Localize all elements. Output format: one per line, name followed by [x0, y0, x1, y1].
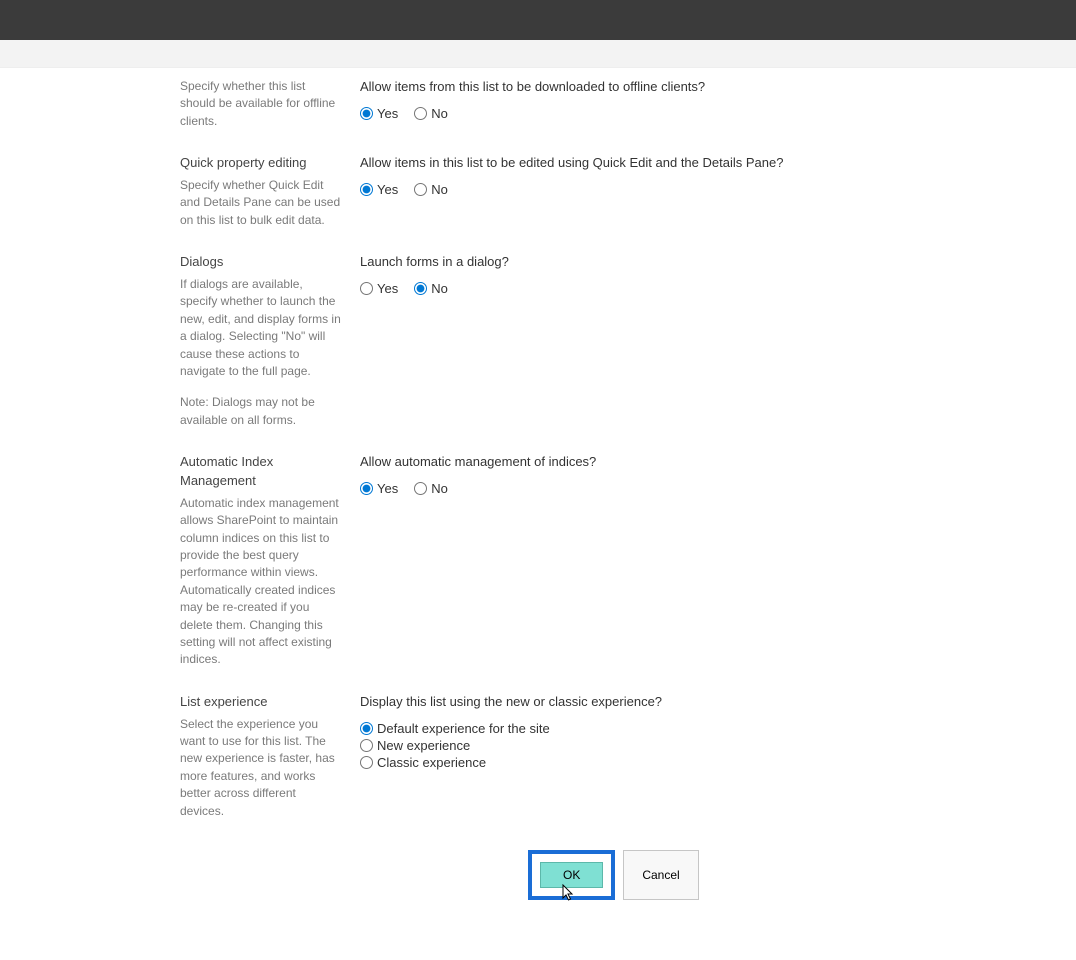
quick-edit-yes-option[interactable]: Yes [360, 182, 398, 197]
offline-yes-label: Yes [377, 106, 398, 121]
auto-index-heading: Automatic Index Management [180, 453, 342, 491]
list-exp-classic-radio[interactable] [360, 756, 373, 769]
dialogs-yes-label: Yes [377, 281, 398, 296]
quick-edit-desc: Specify whether Quick Edit and Details P… [180, 177, 342, 229]
quick-edit-heading: Quick property editing [180, 154, 342, 173]
ok-button[interactable]: OK [540, 862, 603, 888]
list-exp-default-radio[interactable] [360, 722, 373, 735]
dialogs-yes-radio[interactable] [360, 282, 373, 295]
dialogs-desc: If dialogs are available, specify whethe… [180, 276, 342, 380]
dialogs-question: Launch forms in a dialog? [360, 253, 860, 271]
dialogs-no-option[interactable]: No [414, 281, 448, 296]
list-exp-default-option[interactable]: Default experience for the site [360, 721, 860, 736]
list-exp-classic-label: Classic experience [377, 755, 486, 770]
form-buttons: OK Cancel [528, 850, 860, 900]
offline-question: Allow items from this list to be downloa… [360, 78, 860, 96]
dialogs-no-label: No [431, 281, 448, 296]
section-dialogs: Dialogs If dialogs are available, specif… [180, 247, 860, 429]
section-auto-index: Automatic Index Management Automatic ind… [180, 447, 860, 669]
offline-desc: Specify whether this list should be avai… [180, 78, 342, 130]
quick-edit-yes-radio[interactable] [360, 183, 373, 196]
quick-edit-question: Allow items in this list to be edited us… [360, 154, 860, 172]
list-exp-new-radio[interactable] [360, 739, 373, 752]
auto-index-desc: Automatic index management allows ShareP… [180, 495, 342, 669]
cancel-button[interactable]: Cancel [623, 850, 698, 900]
dialogs-yes-option[interactable]: Yes [360, 281, 398, 296]
offline-yes-radio[interactable] [360, 107, 373, 120]
auto-index-yes-label: Yes [377, 481, 398, 496]
quick-edit-yes-label: Yes [377, 182, 398, 197]
offline-no-option[interactable]: No [414, 106, 448, 121]
list-exp-new-option[interactable]: New experience [360, 738, 860, 753]
auto-index-no-option[interactable]: No [414, 481, 448, 496]
auto-index-yes-radio[interactable] [360, 482, 373, 495]
offline-yes-option[interactable]: Yes [360, 106, 398, 121]
quick-edit-no-label: No [431, 182, 448, 197]
list-exp-question: Display this list using the new or class… [360, 693, 860, 711]
list-exp-desc: Select the experience you want to use fo… [180, 716, 342, 820]
dialogs-no-radio[interactable] [414, 282, 427, 295]
quick-edit-no-option[interactable]: No [414, 182, 448, 197]
list-exp-heading: List experience [180, 693, 342, 712]
ok-highlight: OK [528, 850, 615, 900]
offline-no-label: No [431, 106, 448, 121]
list-exp-new-label: New experience [377, 738, 470, 753]
list-exp-default-label: Default experience for the site [377, 721, 550, 736]
auto-index-yes-option[interactable]: Yes [360, 481, 398, 496]
auto-index-no-radio[interactable] [414, 482, 427, 495]
auto-index-no-label: No [431, 481, 448, 496]
auto-index-question: Allow automatic management of indices? [360, 453, 860, 471]
quick-edit-no-radio[interactable] [414, 183, 427, 196]
section-list-experience: List experience Select the experience yo… [180, 687, 860, 820]
section-quick-edit: Quick property editing Specify whether Q… [180, 148, 860, 229]
dialogs-note: Note: Dialogs may not be available on al… [180, 394, 342, 429]
sub-bar [0, 40, 1076, 68]
dialogs-heading: Dialogs [180, 253, 342, 272]
list-exp-classic-option[interactable]: Classic experience [360, 755, 860, 770]
section-offline: Specify whether this list should be avai… [180, 72, 860, 130]
settings-form: Specify whether this list should be avai… [180, 68, 860, 960]
offline-no-radio[interactable] [414, 107, 427, 120]
top-bar [0, 0, 1076, 40]
